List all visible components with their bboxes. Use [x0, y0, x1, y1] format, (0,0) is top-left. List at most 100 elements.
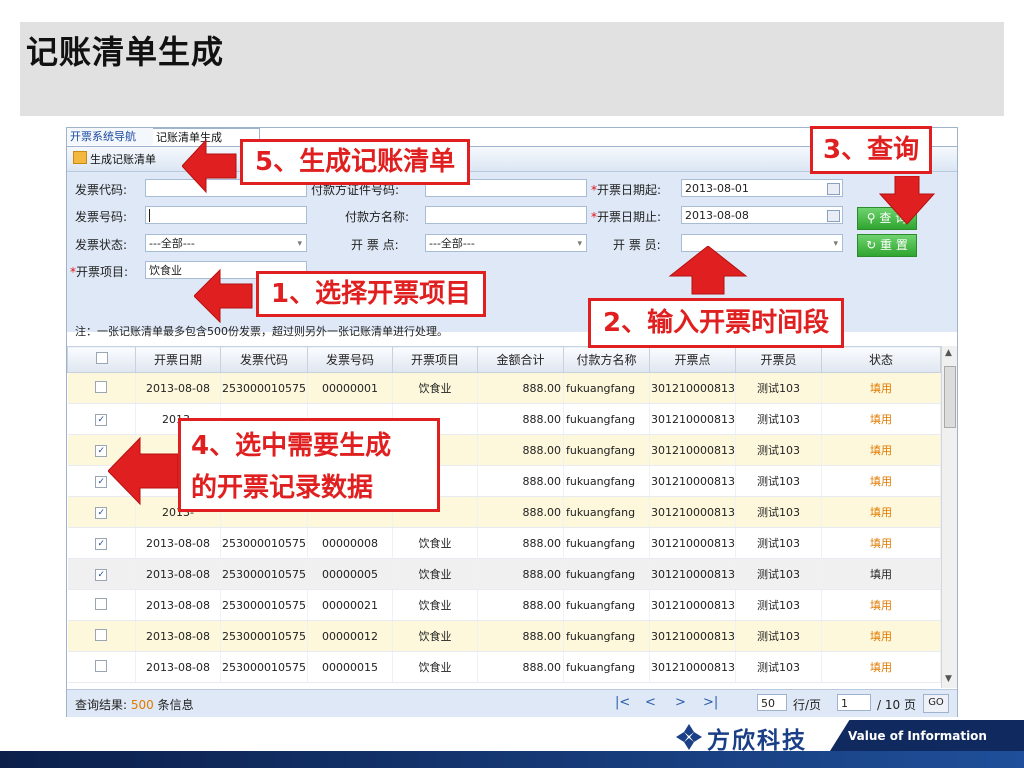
vertical-scrollbar[interactable]: ▲ ▼	[941, 346, 957, 688]
table-row[interactable]: 2013-08-08 253000010575 00000001 饮食业 888.00 f…	[67, 372, 941, 404]
checkbox[interactable]: ✓	[95, 476, 108, 488]
callout-step4-line1: 4、选中需要生成	[191, 431, 392, 461]
cell-amount: 888.00	[477, 558, 564, 590]
scroll-up-icon[interactable]: ▲	[945, 348, 952, 358]
col-header[interactable]: 发票代码	[220, 346, 308, 373]
cell-status: 填用	[821, 527, 941, 559]
cell-clerk: 测试103	[735, 651, 822, 683]
calendar-icon[interactable]	[827, 210, 840, 222]
checkbox[interactable]: ✓	[95, 569, 108, 581]
row-checkbox[interactable]	[67, 372, 136, 404]
table-row[interactable]: ✓ 2013-08-08 253000010575 00000008 饮食业 888.00…	[67, 527, 941, 559]
cell-point: 3012100008130(	[649, 465, 736, 497]
per-page-label: 行/页	[793, 698, 822, 712]
row-checkbox[interactable]: ✓	[67, 558, 136, 590]
generate-ledger-button[interactable]: 生成记账清单	[73, 151, 156, 167]
cell-payer: fukuangfang	[563, 372, 650, 404]
checkbox[interactable]	[95, 628, 108, 641]
col-header[interactable]: 开票项目	[392, 346, 478, 373]
col-header[interactable]: 开票员	[735, 346, 822, 373]
checkbox[interactable]	[95, 597, 108, 610]
checkbox[interactable]: ✓	[95, 414, 108, 426]
checkbox[interactable]: ✓	[95, 445, 108, 457]
next-page-icon[interactable]: >	[675, 695, 686, 710]
cell-payer: fukuangfang	[563, 620, 650, 652]
dropdown-icon: ▾	[297, 239, 302, 249]
table-row[interactable]: 2013-08-08 253000010575 00000012 饮食业 888.00 f…	[67, 620, 941, 652]
page-number-input[interactable]: 1	[837, 694, 871, 711]
cell-amount: 888.00	[477, 434, 564, 466]
scroll-thumb[interactable]	[944, 366, 956, 428]
col-header[interactable]: 开票日期	[135, 346, 221, 373]
first-page-icon[interactable]: |<	[615, 695, 630, 710]
reset-button[interactable]: ↻ 重 置	[857, 234, 917, 257]
prev-page-icon[interactable]: <	[645, 695, 656, 710]
cell-payer: fukuangfang	[563, 589, 650, 621]
date-to-label: *开票日期止:	[591, 210, 662, 224]
reset-label: 重 置	[880, 238, 908, 252]
cell-item: 饮食业	[392, 527, 478, 559]
cell-clerk: 测试103	[735, 372, 822, 404]
payer-name-label: 付款方名称:	[345, 210, 410, 224]
checkbox[interactable]: ✓	[95, 538, 108, 550]
cell-number: 00000001	[307, 372, 393, 404]
total-pages-label: / 10 页	[877, 698, 916, 712]
cell-amount: 888.00	[477, 496, 564, 528]
cell-item: 饮食业	[392, 558, 478, 590]
row-checkbox[interactable]	[67, 589, 136, 621]
cell-point: 3012100008130(	[649, 434, 736, 466]
table-row[interactable]: 2013-08-08 253000010575 00000021 饮食业 888.00 f…	[67, 589, 941, 621]
cell-clerk: 测试103	[735, 465, 822, 497]
cell-clerk: 测试103	[735, 527, 822, 559]
cell-clerk: 测试103	[735, 403, 822, 435]
cell-amount: 888.00	[477, 403, 564, 435]
col-header[interactable]: 发票号码	[307, 346, 393, 373]
row-checkbox[interactable]: ✓	[67, 527, 136, 559]
point-select[interactable]: ---全部--- ▾	[425, 234, 587, 252]
checkbox[interactable]: ✓	[95, 507, 108, 519]
scroll-down-icon[interactable]: ▼	[945, 674, 952, 684]
cell-date: 2013-08-08	[135, 372, 221, 404]
row-checkbox[interactable]	[67, 651, 136, 683]
grid-header-row: 开票日期 发票代码 发票号码 开票项目 金额合计 付款方名称 开票点 开票员 状…	[67, 346, 941, 373]
go-button[interactable]: GO	[923, 694, 949, 713]
col-header[interactable]: 金额合计	[477, 346, 564, 373]
callout-step5: 5、生成记账清单	[240, 139, 471, 185]
generate-ledger-label: 生成记账清单	[90, 153, 156, 166]
payer-name-input[interactable]	[425, 206, 587, 224]
cell-point: 3012100008130(	[649, 589, 736, 621]
row-checkbox[interactable]	[67, 620, 136, 652]
cell-item: 饮食业	[392, 620, 478, 652]
tab-invoice-nav[interactable]: 开票系统导航	[67, 128, 158, 145]
cell-number: 00000005	[307, 558, 393, 590]
cell-code: 253000010575	[220, 558, 308, 590]
cell-point: 3012100008130(	[649, 403, 736, 435]
date-from-input[interactable]: 2013-08-01	[681, 179, 843, 197]
invoice-status-label: 发票状态:	[75, 238, 128, 252]
select-all-checkbox[interactable]	[67, 346, 136, 373]
date-to-input[interactable]: 2013-08-08	[681, 206, 843, 224]
row-checkbox[interactable]: ✓	[67, 403, 136, 435]
cell-amount: 888.00	[477, 372, 564, 404]
last-page-icon[interactable]: >|	[703, 695, 718, 710]
invoice-no-input[interactable]	[145, 206, 307, 224]
callout-step4: 4、选中需要生成 的开票记录数据	[178, 418, 440, 512]
calendar-icon[interactable]	[827, 183, 840, 195]
col-header[interactable]: 状态	[821, 346, 941, 373]
cell-point: 3012100008130(	[649, 527, 736, 559]
cell-payer: fukuangfang	[563, 403, 650, 435]
cell-amount: 888.00	[477, 620, 564, 652]
cell-payer: fukuangfang	[563, 496, 650, 528]
checkbox[interactable]	[95, 380, 108, 393]
table-row[interactable]: ✓ 2013-08-08 253000010575 00000005 饮食业 888.00…	[67, 558, 941, 590]
invoice-status-select[interactable]: ---全部--- ▾	[145, 234, 307, 252]
table-row[interactable]: 2013-08-08 253000010575 00000015 饮食业 888.00 f…	[67, 651, 941, 683]
col-header[interactable]: 开票点	[649, 346, 736, 373]
arrow-up-icon	[668, 246, 748, 295]
col-header[interactable]: 付款方名称	[563, 346, 650, 373]
cell-code: 253000010575	[220, 372, 308, 404]
checkbox[interactable]	[95, 659, 108, 672]
page-size-input[interactable]: 50	[757, 694, 787, 711]
cell-status: 填用	[821, 403, 941, 435]
brand-logo-icon	[676, 724, 702, 750]
